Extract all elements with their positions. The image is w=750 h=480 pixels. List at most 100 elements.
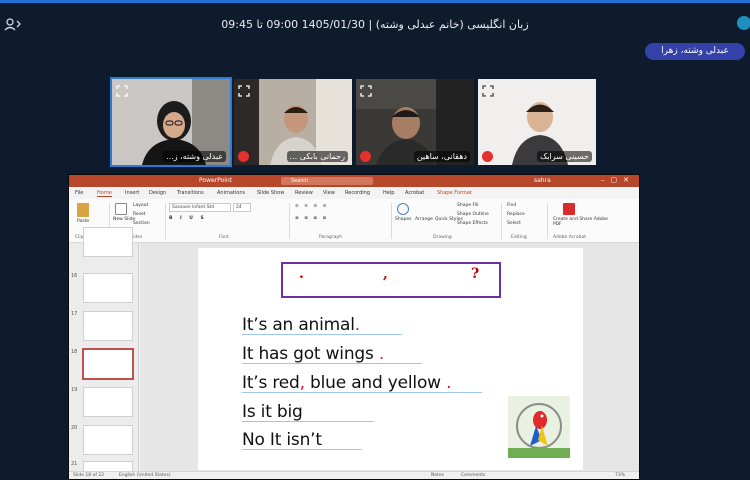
font-size-select[interactable]: 24: [233, 203, 251, 212]
group-paragraph: Paragraph: [319, 235, 343, 240]
group-font: Font: [219, 235, 229, 240]
video-tile-student-2[interactable]: دهقانی، ساهین: [356, 79, 474, 165]
tab-view[interactable]: View: [323, 190, 335, 196]
language-status[interactable]: English (United States): [119, 473, 171, 478]
shape-outline-button[interactable]: Shape Outline: [457, 212, 489, 217]
sentence-line[interactable]: No It isn’t: [242, 430, 322, 450]
slide-thumbnail-selected[interactable]: [82, 348, 134, 380]
slide-thumbnail[interactable]: [83, 387, 133, 417]
tab-acrobat[interactable]: Acrobat: [405, 190, 424, 196]
ppt-search-box[interactable]: Search: [281, 177, 373, 185]
sentence-line[interactable]: It’s red, blue and yellow .: [242, 373, 452, 393]
slide-number: 18: [71, 349, 78, 355]
slide-counter: Slide 18 of 22: [73, 473, 105, 478]
replace-button[interactable]: Replace: [507, 212, 525, 217]
participant-name: رحمانی بابکی ...: [286, 151, 348, 162]
participant-name: دهقانی، ساهین: [413, 151, 470, 162]
layout-button[interactable]: Layout: [133, 203, 148, 208]
arrange-button[interactable]: Arrange: [415, 217, 433, 222]
tab-transitions[interactable]: Transitions: [177, 190, 204, 196]
expand-icon[interactable]: [482, 82, 494, 97]
section-button[interactable]: Section: [133, 221, 150, 226]
ppt-titlebar: PowerPoint Search sahra –▢✕: [69, 175, 639, 187]
comments-button[interactable]: Comments: [461, 473, 485, 478]
paste-icon[interactable]: [77, 203, 89, 217]
paragraph-icon[interactable]: ≡ ≡ ≡ ≡: [295, 204, 328, 209]
tab-shape-format[interactable]: Shape Format: [437, 190, 472, 196]
question-mark: ?: [471, 266, 480, 282]
parrot-image[interactable]: [508, 396, 570, 458]
expand-icon[interactable]: [116, 82, 128, 97]
new-slide-button[interactable]: New Slide: [113, 217, 135, 222]
writing-guide: [242, 334, 402, 335]
shapes-button[interactable]: Shapes: [395, 217, 411, 222]
participant-name: عبدلی وشته، ز...: [163, 151, 226, 162]
shapes-icon[interactable]: [397, 203, 409, 215]
ppt-statusbar: Slide 18 of 22 English (United States) N…: [69, 471, 639, 479]
sentence-line[interactable]: It has got wings .: [242, 344, 384, 364]
video-tile-teacher[interactable]: عبدلی وشته، ز...: [110, 77, 232, 167]
current-slide[interactable]: . , ? It’s an animal. It has got wings .…: [198, 248, 583, 470]
window-controls-icon[interactable]: –▢✕: [601, 176, 635, 184]
paste-button[interactable]: Paste: [77, 219, 89, 224]
exit-icon[interactable]: [737, 16, 750, 30]
select-button[interactable]: Select: [507, 221, 521, 226]
ppt-ribbon: Paste Clipboard New Slide Layout Reset S…: [69, 199, 639, 243]
expand-icon[interactable]: [360, 82, 372, 97]
group-drawing: Drawing: [433, 235, 452, 240]
writing-guide: [242, 392, 482, 393]
tab-home[interactable]: Home: [97, 190, 112, 197]
top-accent-bar: [0, 0, 750, 3]
font-format-icon[interactable]: B I U S: [169, 216, 207, 221]
mic-muted-icon: [238, 151, 249, 162]
tab-help[interactable]: Help: [383, 190, 394, 196]
tab-slide-show[interactable]: Slide Show: [257, 190, 284, 196]
writing-guide: [242, 449, 362, 450]
slide-thumbnail[interactable]: [83, 227, 133, 257]
ppt-ribbon-tabs: File Home Insert Design Transitions Anim…: [69, 187, 639, 199]
slide-thumbnail[interactable]: [83, 273, 133, 303]
zoom-level[interactable]: 73%: [615, 473, 625, 478]
sentence-line-selected[interactable]: Is it big: [242, 402, 303, 422]
sentence-line[interactable]: It’s an animal.: [242, 315, 360, 335]
create-share-pdf-button[interactable]: Create and Share Adobe PDF: [553, 217, 613, 227]
slide-number: 21: [71, 461, 78, 467]
notes-button[interactable]: Notes: [431, 473, 444, 478]
tab-design[interactable]: Design: [149, 190, 166, 196]
tab-animations[interactable]: Animations: [217, 190, 245, 196]
tab-recording[interactable]: Recording: [345, 190, 370, 196]
slide-thumbnail[interactable]: [83, 425, 133, 455]
reset-button[interactable]: Reset: [133, 212, 146, 217]
tab-file[interactable]: File: [75, 190, 83, 196]
dot-mark: .: [299, 266, 304, 282]
expand-icon[interactable]: [238, 82, 250, 97]
video-tile-student-3[interactable]: حسینی سرابک: [478, 79, 596, 165]
slide-editing-area: . , ? It’s an animal. It has got wings .…: [140, 243, 639, 473]
slide-number: 16: [71, 273, 78, 279]
presenter-badge[interactable]: عبدلی وشته، زهرا: [645, 43, 745, 60]
tab-insert[interactable]: Insert: [125, 190, 139, 196]
shape-effects-button[interactable]: Shape Effects: [457, 221, 488, 226]
mic-muted-icon: [360, 151, 371, 162]
group-adobe: Adobe Acrobat: [553, 235, 587, 240]
session-title: زبان انگلیسی (خانم عبدلی وشته) | 1405/01…: [221, 18, 529, 31]
group-editing: Editing: [511, 235, 527, 240]
new-slide-icon[interactable]: [115, 203, 127, 215]
slide-number: 19: [71, 387, 78, 393]
participant-name: حسینی سرابک: [537, 151, 592, 162]
find-button[interactable]: Find: [507, 203, 516, 208]
mic-muted-icon: [482, 151, 493, 162]
align-icon[interactable]: ≣ ≣ ≣ ≣: [295, 216, 328, 221]
writing-guide: [242, 363, 422, 364]
font-name-select[interactable]: Sassoon Infant Std: [169, 203, 231, 212]
shared-screen-powerpoint: PowerPoint Search sahra –▢✕ File Home In…: [68, 174, 640, 480]
video-tile-student-1[interactable]: رحمانی بابکی ...: [234, 79, 352, 165]
shape-fill-button[interactable]: Shape Fill: [457, 203, 479, 208]
adobe-pdf-icon[interactable]: [563, 203, 575, 215]
tab-review[interactable]: Review: [295, 190, 313, 196]
punctuation-box[interactable]: . , ?: [281, 262, 501, 298]
slide-thumbnail[interactable]: [83, 311, 133, 341]
comma-mark: ,: [383, 266, 388, 282]
slide-number: 20: [71, 425, 78, 431]
slide-thumbnail-pane: 16 17 18 19 20 21: [69, 227, 139, 479]
